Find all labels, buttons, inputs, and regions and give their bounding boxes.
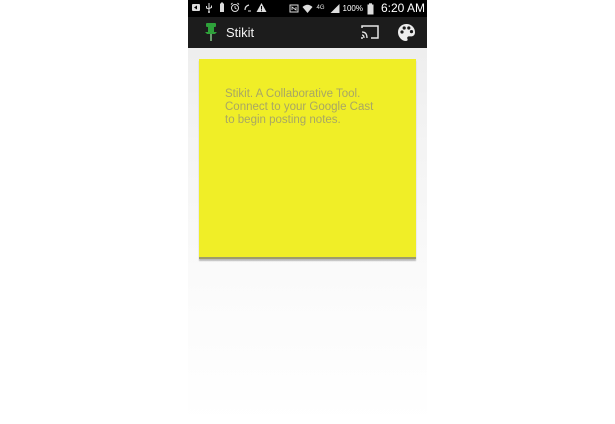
wifi-calling-icon: [243, 2, 253, 13]
palette-icon: [398, 24, 415, 41]
back-arrow-icon: [191, 2, 201, 13]
status-left-icons: [191, 2, 267, 13]
alarm-icon: [230, 2, 240, 13]
pushpin-app-icon: [203, 22, 219, 42]
sticky-note[interactable]: Stikit. A Collaborative Tool. Connect to…: [199, 59, 416, 259]
app-bar: Stikit: [188, 17, 427, 48]
usb-icon: [204, 2, 214, 13]
palette-button[interactable]: [397, 23, 416, 42]
warning-icon: [256, 2, 267, 13]
status-bar: 4G 100% 6:20 AM: [188, 0, 427, 17]
network-type-label: 4G: [316, 4, 325, 11]
phone-screen: 4G 100% 6:20 AM Stikit Stikit. A Collabo…: [188, 0, 427, 424]
wifi-icon: [302, 3, 312, 14]
cast-button[interactable]: [360, 24, 380, 41]
battery-percent: 100%: [342, 3, 363, 13]
signal-icon: [330, 3, 340, 14]
battery-icon: [366, 2, 376, 14]
status-right-icons: 4G 100% 6:20 AM: [289, 1, 425, 15]
note-text: Stikit. A Collaborative Tool. Connect to…: [225, 88, 374, 126]
app-title: Stikit: [226, 25, 255, 40]
status-clock: 6:20 AM: [380, 1, 425, 15]
cast-icon: [361, 25, 379, 39]
battery-small-icon: [217, 2, 227, 13]
nfc-icon: [289, 3, 299, 14]
